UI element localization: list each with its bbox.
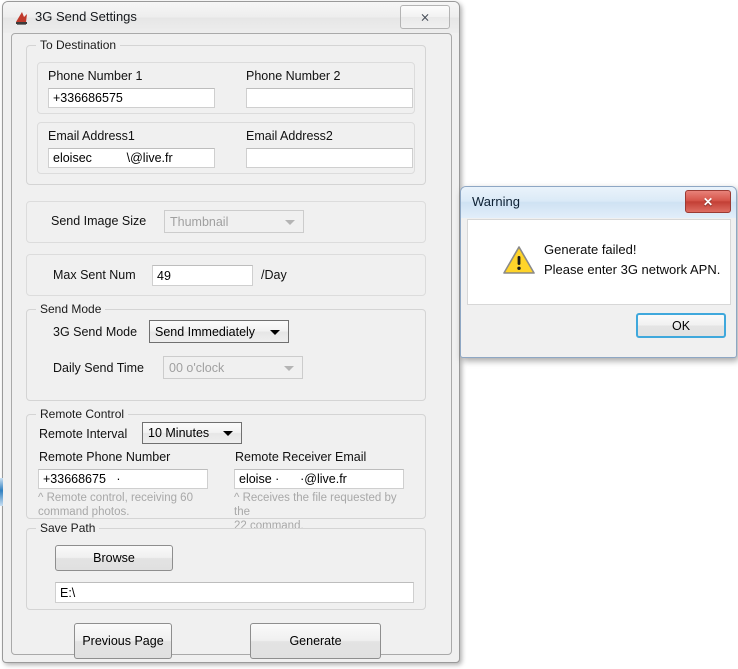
chevron-down-icon bbox=[270, 329, 280, 335]
close-button[interactable]: ⨯ bbox=[400, 5, 450, 29]
send-mode-label: Send Mode bbox=[36, 302, 106, 316]
main-window-title: 3G Send Settings bbox=[35, 9, 137, 24]
max-sent-num-input[interactable]: 49 bbox=[152, 265, 253, 286]
save-path-input[interactable]: E:\ bbox=[55, 582, 414, 603]
send-image-size-value: Thumbnail bbox=[170, 214, 229, 229]
send-image-size-dropdown[interactable]: Thumbnail bbox=[164, 210, 304, 233]
previous-page-button[interactable]: Previous Page bbox=[74, 623, 172, 659]
generate-button[interactable]: Generate bbox=[250, 623, 381, 659]
warning-dialog-body: Generate failed! Please enter 3G network… bbox=[467, 219, 731, 305]
send-mode-group: Send Mode 3G Send Mode Send Immediately … bbox=[26, 302, 426, 401]
email-address-2-input[interactable] bbox=[246, 148, 413, 168]
remote-interval-label: Remote Interval bbox=[39, 427, 128, 441]
main-window-client-area: To Destination Phone Number 1 Phone Numb… bbox=[11, 33, 452, 659]
save-path-label: Save Path bbox=[36, 521, 100, 535]
main-window: 3G Send Settings ⨯ To Destination Phone … bbox=[2, 1, 460, 663]
remote-receiver-email-label: Remote Receiver Email bbox=[235, 450, 367, 464]
remote-receiver-email-hint: ^ Receives the file requested by the 22 … bbox=[234, 492, 397, 532]
phone-numbers-panel: Phone Number 1 Phone Number 2 +336686575 bbox=[37, 62, 415, 114]
remote-interval-dropdown[interactable]: 10 Minutes bbox=[142, 422, 242, 444]
daily-send-time-dropdown[interactable]: 00 o'clock bbox=[163, 356, 303, 379]
ok-button[interactable]: OK bbox=[636, 313, 726, 338]
daily-send-time-value: 00 o'clock bbox=[169, 360, 225, 375]
phone-number-1-input[interactable]: +336686575 bbox=[48, 88, 215, 108]
send-image-size-label: Send Image Size bbox=[51, 214, 147, 228]
3g-send-mode-dropdown[interactable]: Send Immediately bbox=[149, 320, 289, 343]
warning-dialog-message: Generate failed! Please enter 3G network… bbox=[544, 242, 721, 277]
email-address-1-label: Email Address1 bbox=[48, 129, 135, 143]
background-scrollbar-fragment bbox=[0, 478, 3, 506]
phone-number-2-input[interactable] bbox=[246, 88, 413, 108]
chevron-down-icon bbox=[285, 219, 295, 225]
email-address-2-label: Email Address2 bbox=[246, 129, 333, 143]
warning-dialog-titlebar[interactable]: Warning ✕ bbox=[461, 187, 736, 218]
remote-phone-number-hint: ^ Remote control, receiving 60 command p… bbox=[38, 492, 193, 518]
close-icon: ⨯ bbox=[419, 10, 431, 24]
app-logo-icon bbox=[13, 9, 31, 27]
email-addresses-panel: Email Address1 Email Address2 eloisec \@… bbox=[37, 122, 415, 174]
warning-triangle-icon bbox=[502, 245, 536, 276]
chevron-down-icon bbox=[284, 365, 294, 371]
close-icon: ✕ bbox=[702, 194, 714, 209]
3g-send-mode-label: 3G Send Mode bbox=[53, 325, 138, 339]
warning-close-button[interactable]: ✕ bbox=[685, 190, 731, 213]
remote-control-group: Remote Control Remote Interval 10 Minute… bbox=[26, 407, 426, 532]
max-sent-num-panel: Max Sent Num 49 /Day bbox=[26, 254, 426, 296]
browse-button[interactable]: Browse bbox=[55, 545, 173, 571]
warning-dialog-title: Warning bbox=[472, 194, 520, 209]
chevron-down-icon bbox=[223, 431, 233, 436]
remote-interval-value: 10 Minutes bbox=[148, 426, 210, 440]
3g-send-mode-value: Send Immediately bbox=[155, 324, 256, 339]
phone-number-2-label: Phone Number 2 bbox=[246, 69, 341, 83]
max-sent-num-label: Max Sent Num bbox=[53, 268, 136, 282]
main-window-titlebar[interactable]: 3G Send Settings ⨯ bbox=[3, 2, 459, 33]
to-destination-label: To Destination bbox=[36, 38, 121, 52]
remote-phone-number-input[interactable]: +33668675 · bbox=[38, 469, 208, 489]
remote-receiver-email-input[interactable]: eloise · ·@live.fr bbox=[234, 469, 404, 489]
remote-phone-number-label: Remote Phone Number bbox=[39, 450, 171, 464]
send-image-size-panel: Send Image Size Thumbnail bbox=[26, 201, 426, 243]
daily-send-time-label: Daily Send Time bbox=[53, 361, 145, 375]
phone-number-1-label: Phone Number 1 bbox=[48, 69, 143, 83]
email-address-1-input[interactable]: eloisec \@live.fr bbox=[48, 148, 215, 168]
warning-dialog-footer: OK bbox=[467, 305, 731, 353]
save-path-group: Save Path Browse E:\ bbox=[26, 521, 426, 610]
remote-control-label: Remote Control bbox=[36, 407, 129, 421]
max-sent-num-suffix: /Day bbox=[261, 268, 287, 282]
to-destination-group: To Destination Phone Number 1 Phone Numb… bbox=[26, 38, 426, 185]
warning-dialog: Warning ✕ Generate failed! Please enter … bbox=[460, 186, 737, 358]
